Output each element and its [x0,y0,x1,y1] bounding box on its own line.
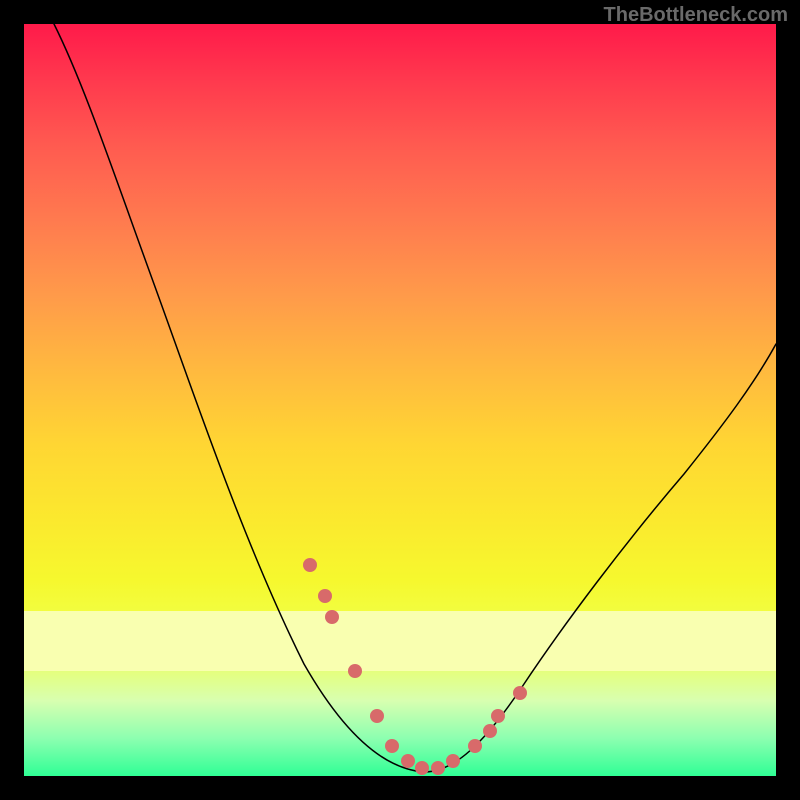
chart-svg [24,24,776,776]
bottleneck-curve [54,24,776,772]
marker-dot [491,709,505,723]
marker-group [303,558,527,775]
marker-dot [446,754,460,768]
marker-dot [325,610,339,624]
watermark-text: TheBottleneck.com [604,4,788,27]
marker-dot [415,761,429,775]
marker-dot [348,664,362,678]
marker-dot [513,686,527,700]
marker-dot [431,761,445,775]
marker-dot [468,739,482,753]
marker-dot [370,709,384,723]
marker-dot [483,724,497,738]
marker-dot [385,739,399,753]
marker-dot [318,589,332,603]
marker-dot [303,558,317,572]
marker-dot [401,754,415,768]
